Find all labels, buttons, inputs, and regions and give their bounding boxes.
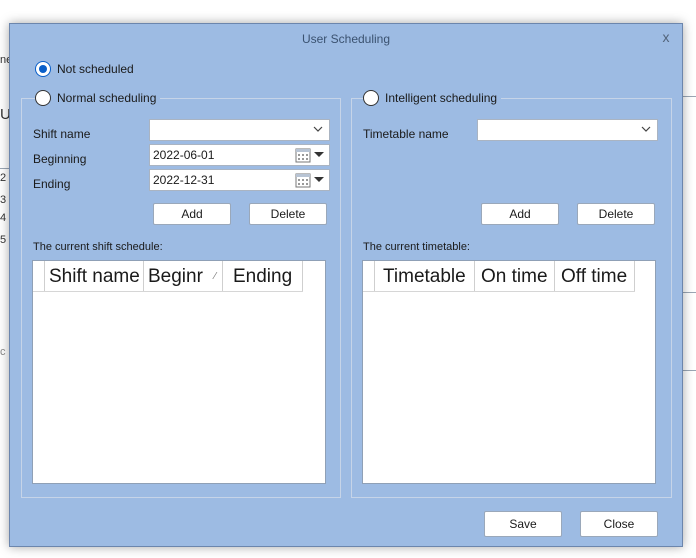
shift-schedule-list[interactable]: Shift name Beginr ⁄ Ending <box>32 260 326 484</box>
background-row-number: 5 <box>0 234 7 246</box>
add-timetable-button[interactable]: Add <box>481 203 559 225</box>
chevron-down-icon <box>641 126 651 132</box>
ending-date-value: 2022-12-31 <box>153 173 215 187</box>
background-divider <box>683 96 696 97</box>
radio-selected-icon <box>35 61 51 77</box>
chevron-down-icon <box>313 126 323 132</box>
dialog-title: User Scheduling <box>301 32 391 46</box>
delete-timetable-button[interactable]: Delete <box>577 203 655 225</box>
background-divider <box>683 292 696 293</box>
save-button[interactable]: Save <box>484 511 562 537</box>
radio-unselected-icon <box>35 90 51 106</box>
timetable-list[interactable]: Timetable On time Off time <box>362 260 656 484</box>
shift-name-dropdown[interactable] <box>149 119 330 141</box>
timetable-name-label: Timetable name <box>363 127 449 141</box>
add-shift-button[interactable]: Add <box>153 203 231 225</box>
column-header-timetable[interactable]: Timetable <box>375 261 475 291</box>
close-button[interactable]: Close <box>580 511 658 537</box>
background-divider <box>0 168 9 169</box>
background-divider <box>683 370 696 371</box>
current-shift-schedule-label: The current shift schedule: <box>33 241 163 253</box>
background-text: c <box>0 346 6 358</box>
beginning-label: Beginning <box>33 152 87 166</box>
user-scheduling-dialog: User Scheduling x Not scheduled Normal s… <box>9 23 683 547</box>
column-header-ending[interactable]: Ending <box>223 261 303 291</box>
background-row-number: 3 <box>0 194 7 206</box>
column-header-off-time[interactable]: Off time <box>555 261 635 291</box>
not-scheduled-radio[interactable]: Not scheduled <box>35 61 134 77</box>
ending-date-picker[interactable]: 2022-12-31 <box>149 169 330 191</box>
shift-schedule-header: Shift name Beginr ⁄ Ending <box>33 261 303 292</box>
intelligent-scheduling-radio[interactable]: Intelligent scheduling <box>363 90 502 106</box>
sort-indicator-icon: ⁄ <box>214 271 216 282</box>
not-scheduled-label: Not scheduled <box>57 62 134 76</box>
column-header-on-time[interactable]: On time <box>475 261 555 291</box>
column-header-beginning-label: Beginr <box>148 266 203 287</box>
intelligent-scheduling-label: Intelligent scheduling <box>385 91 498 105</box>
title-bar[interactable]: User Scheduling x <box>10 24 682 54</box>
radio-unselected-icon <box>363 90 379 106</box>
column-header-shift-name[interactable]: Shift name <box>45 261 144 291</box>
delete-shift-button[interactable]: Delete <box>249 203 327 225</box>
normal-scheduling-radio[interactable]: Normal scheduling <box>35 90 161 106</box>
normal-scheduling-label: Normal scheduling <box>57 91 157 105</box>
column-header-beginning[interactable]: Beginr ⁄ <box>144 261 223 291</box>
beginning-date-value: 2022-06-01 <box>153 148 215 162</box>
calendar-icon[interactable] <box>295 172 311 188</box>
background-row-number: 2 <box>0 172 7 184</box>
close-icon[interactable]: x <box>658 29 674 45</box>
calendar-icon[interactable] <box>295 147 311 163</box>
current-timetable-label: The current timetable: <box>363 241 470 253</box>
ending-label: Ending <box>33 177 71 191</box>
dropdown-arrow-icon[interactable] <box>313 151 325 159</box>
dropdown-arrow-icon[interactable] <box>313 176 325 184</box>
background-row-number: 4 <box>0 212 7 224</box>
beginning-date-picker[interactable]: 2022-06-01 <box>149 144 330 166</box>
timetable-name-dropdown[interactable] <box>477 119 658 141</box>
timetable-header: Timetable On time Off time <box>363 261 635 292</box>
shift-name-label: Shift name <box>33 127 91 141</box>
